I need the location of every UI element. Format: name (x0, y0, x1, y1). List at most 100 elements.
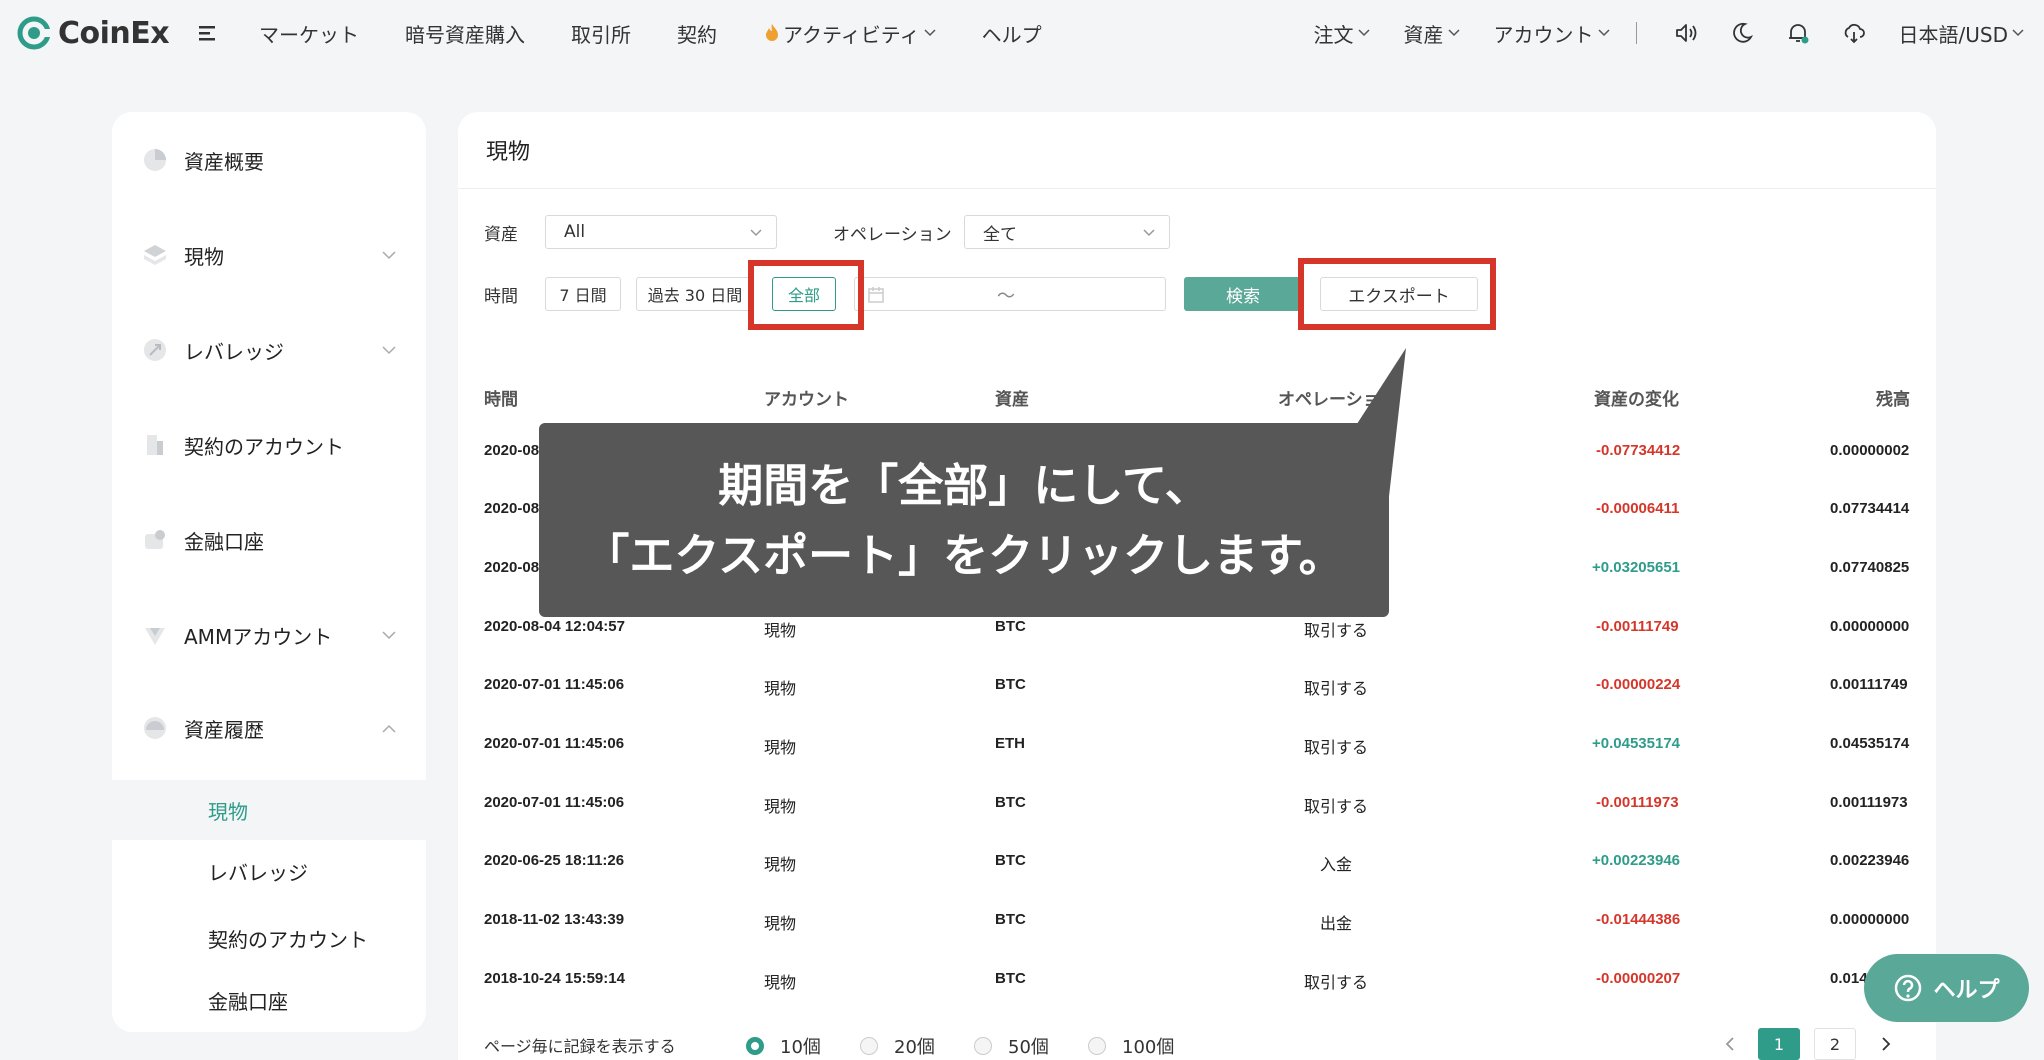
sidebar-item-contract-account[interactable]: 契約のアカウント (112, 415, 426, 475)
table-row: 2018-10-24 15:59:14 現物 BTC 取引する -0.00000… (458, 952, 1936, 1010)
cell-time: 2020-08-04 12:04:57 (484, 618, 625, 635)
main-nav: マーケット 暗号資産購入 取引所 契約 アクティビティ ヘルプ (259, 0, 1088, 66)
instruction-callout: 期間を「全部」にして、 「エクスポート」をクリックします。 (539, 423, 1389, 617)
cell-asset: BTC (995, 794, 1026, 811)
chevron-down-icon (382, 345, 396, 354)
date-range-picker[interactable]: ～ (854, 277, 1166, 311)
nav-activity[interactable]: アクティビティ (763, 19, 936, 48)
sidebar-item-leverage[interactable]: レバレッジ (112, 320, 426, 380)
sidebar-item-asset-overview[interactable]: 資産概要 (112, 130, 426, 190)
cell-account: 現物 (764, 855, 797, 874)
time-7d-button[interactable]: 7 日間 (545, 277, 621, 311)
per-page-10-radio[interactable]: 10個 (746, 1033, 821, 1059)
next-page-icon[interactable] (1876, 1028, 1896, 1060)
cell-time: 2020-07-01 11:45:06 (484, 794, 625, 811)
sound-icon[interactable] (1673, 20, 1699, 46)
nav-assets[interactable]: 資産 (1404, 19, 1460, 48)
sidebar-item-spot[interactable]: 現物 (112, 225, 426, 285)
per-page-100-radio[interactable]: 100個 (1088, 1033, 1174, 1059)
nav-activity-label: アクティビティ (783, 22, 920, 47)
pie-chart-icon (144, 149, 166, 171)
cell-asset: BTC (995, 852, 1026, 869)
layers-icon (144, 245, 166, 265)
prev-page-icon[interactable] (1720, 1028, 1740, 1060)
nav-account[interactable]: アカウント (1494, 19, 1610, 48)
table-row: 2020-06-25 18:11:26 現物 BTC 入金 +0.0022394… (458, 834, 1936, 892)
moon-icon[interactable] (1729, 20, 1755, 46)
cell-account: 現物 (764, 797, 797, 816)
floating-help-button[interactable]: ヘルプ (1864, 954, 2029, 1022)
nav-contract[interactable]: 契約 (677, 19, 717, 48)
nav-assets-label: 資産 (1403, 22, 1444, 47)
date-range-separator: ～ (997, 286, 1015, 307)
sidebar-sub-contract-account[interactable]: 契約のアカウント (112, 908, 426, 968)
title-divider (458, 188, 1936, 189)
cell-operation: 取引する (1304, 621, 1369, 640)
sidebar-item-amm-account[interactable]: AMMアカウント (112, 605, 426, 665)
cell-change: -0.00006411 (1596, 500, 1680, 517)
nav-orders[interactable]: 注文 (1314, 19, 1370, 48)
cell-balance: 0.00223946 (1830, 852, 1910, 869)
col-change: 資産の変化 (1594, 390, 1679, 410)
cell-change: +0.00223946 (1592, 852, 1681, 869)
sidebar-item-asset-history[interactable]: 資産履歴 (112, 698, 426, 758)
table-row: 2018-11-02 13:43:39 現物 BTC 出金 -0.0144438… (458, 893, 1936, 951)
nav-buy-crypto[interactable]: 暗号資産購入 (405, 19, 525, 48)
page-2-button[interactable]: 2 (1814, 1028, 1856, 1060)
nav-orders-label: 注文 (1313, 22, 1354, 47)
cell-balance: 0.00111749 (1830, 676, 1908, 693)
download-icon[interactable] (1841, 20, 1867, 46)
search-button[interactable]: 検索 (1184, 277, 1302, 311)
page-1-button[interactable]: 1 (1758, 1028, 1800, 1060)
highlight-export-button (1298, 258, 1496, 330)
cell-time: 2018-10-24 15:59:14 (484, 970, 625, 987)
coinex-logo[interactable]: CoinEx (16, 14, 170, 52)
asset-filter-label: 資産 (484, 225, 518, 245)
time-filter-label: 時間 (484, 287, 518, 307)
sidebar-sub-leverage[interactable]: レバレッジ (112, 841, 426, 901)
cell-time: 2020-08 (484, 559, 540, 576)
cell-change: -0.00111973 (1596, 794, 1679, 811)
cell-change: +0.03205651 (1592, 559, 1681, 576)
table-row: 2020-07-01 11:45:06 現物 BTC 取引する -0.00000… (458, 658, 1936, 716)
sidebar-item-label: 資産履歴 (184, 717, 264, 742)
per-page-50-radio[interactable]: 50個 (974, 1033, 1049, 1059)
operation-select[interactable]: 全て (964, 215, 1170, 249)
sidebar-item-label: レバレッジ (184, 339, 284, 364)
per-page-20-radio[interactable]: 20個 (860, 1033, 935, 1059)
radio-label: 100個 (1122, 1037, 1175, 1058)
sidebar: 資産概要 現物 レバレッジ 契約のアカウント 金融口座 AMMアカウント 資産履… (112, 112, 426, 1032)
sidebar-item-label: AMMアカウント (184, 624, 333, 649)
table-row: 2020-07-01 11:45:06 現物 BTC 取引する -0.00111… (458, 776, 1936, 834)
sidebar-item-finance-account[interactable]: 金融口座 (112, 510, 426, 570)
sidebar-sub-finance-account[interactable]: 金融口座 (112, 970, 426, 1030)
time-30d-button[interactable]: 過去 30 日間 (636, 277, 754, 311)
language-selector[interactable]: 日本語/USD (1899, 19, 2024, 48)
nav-exchange[interactable]: 取引所 (571, 19, 631, 48)
col-asset: 資産 (995, 390, 1029, 410)
leverage-icon (144, 339, 166, 361)
sidebar-sub-spot[interactable]: 現物 (112, 780, 426, 840)
nav-help[interactable]: ヘルプ (982, 19, 1042, 48)
table-row: 2020-07-01 11:45:06 現物 ETH 取引する +0.04535… (458, 717, 1936, 775)
brand-name: CoinEx (58, 15, 170, 51)
cell-time: 2020-07-01 11:45:06 (484, 676, 625, 693)
cell-change: -0.01444386 (1596, 911, 1681, 928)
sidebar-item-label: 現物 (184, 244, 224, 269)
cell-account: 現物 (764, 679, 797, 698)
col-time: 時間 (484, 390, 518, 410)
cell-change: +0.04535174 (1592, 735, 1681, 752)
chevron-up-icon (382, 724, 396, 733)
callout-line-1: 期間を「全部」にして、 (718, 459, 1210, 512)
cell-asset: BTC (995, 911, 1026, 928)
cell-account: 現物 (764, 914, 797, 933)
operation-filter-label: オペレーション (833, 225, 952, 245)
asset-select[interactable]: All (545, 215, 777, 249)
sidebar-item-label: 契約のアカウント (184, 434, 344, 459)
cell-asset: BTC (995, 970, 1026, 987)
bell-icon[interactable] (1785, 20, 1811, 46)
hamburger-menu-icon[interactable] (197, 22, 221, 44)
nav-market[interactable]: マーケット (259, 19, 359, 48)
calendar-icon (868, 287, 884, 303)
cell-balance: 0.00000000 (1830, 618, 1910, 635)
